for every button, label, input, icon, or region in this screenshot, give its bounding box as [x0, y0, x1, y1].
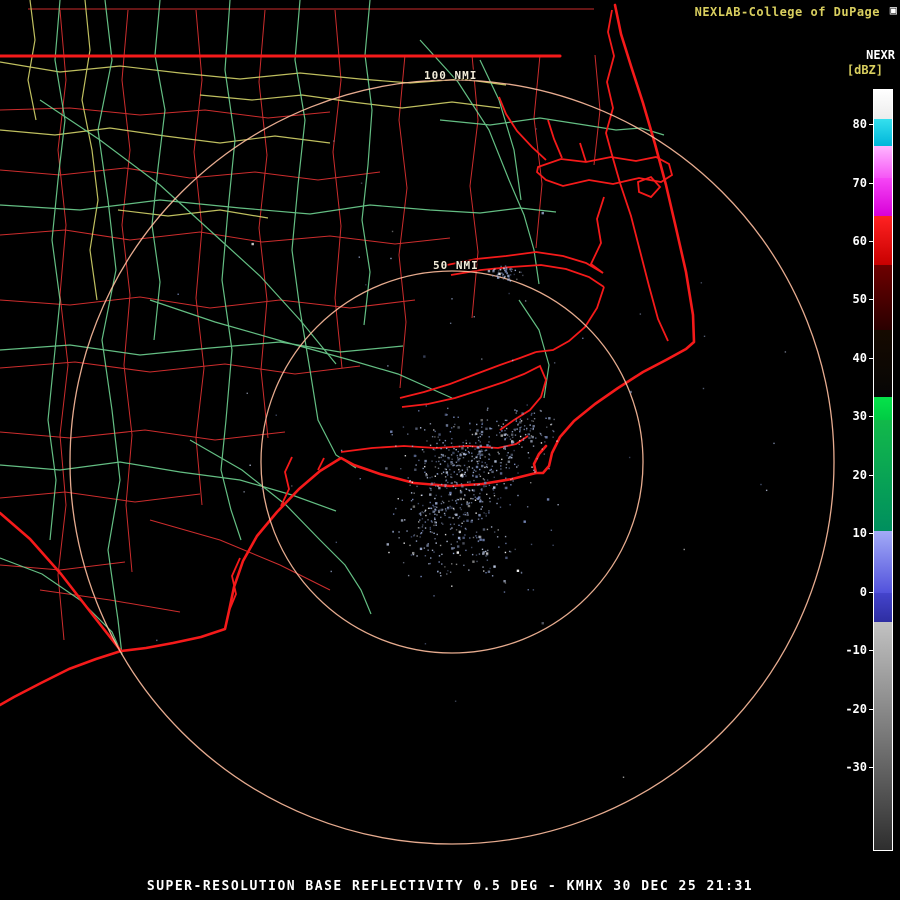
colorbar-tick-label: 30 [852, 409, 867, 424]
colorbar-tick-label: 0 [859, 584, 867, 599]
colorbar-tick-mark [869, 533, 874, 535]
colorbar-segment [874, 396, 892, 421]
colorbar-segment [874, 145, 892, 178]
colorbar-tick-label: 70 [852, 175, 867, 190]
colorbar-tick-mark [869, 357, 874, 359]
colorbar-tick-label: -10 [845, 643, 867, 658]
colorbar-segment [874, 90, 892, 120]
radar-map-svg [0, 0, 835, 845]
cod-logo-icon: ▣ [889, 3, 897, 17]
reflectivity-colorbar [873, 89, 893, 851]
colorbar-units-label: [dBZ] [846, 63, 883, 77]
colorbar-tick-mark [869, 124, 874, 126]
colorbar-tick-label: -20 [845, 701, 867, 716]
sound-river-shorelines-layer [228, 9, 674, 612]
colorbar-tick-mark [869, 299, 874, 301]
product-caption: SUPER-RESOLUTION BASE REFLECTIVITY 0.5 D… [146, 879, 754, 894]
colorbar-tick-mark [869, 241, 874, 242]
colorbar-segment [874, 420, 892, 532]
colorbar-tick-label: 80 [852, 117, 867, 132]
colorbar-tick-label: 50 [852, 292, 867, 307]
yellow-roads-layer [0, 0, 507, 301]
colorbar-segment [874, 329, 892, 397]
colorbar-tick-label: 40 [852, 350, 867, 365]
colorbar-tick-label: 20 [852, 467, 867, 482]
county-boundaries-layer [0, 8, 601, 641]
colorbar-segment [874, 265, 892, 330]
colorbar-segment [874, 592, 892, 622]
radar-display: NEXLAB-College of DuPage ▣ NEXR [dBZ] 80… [0, 0, 900, 900]
colorbar-tick-label: -30 [845, 760, 867, 775]
colorbar-tick-mark [869, 416, 874, 418]
ring-label-100nmi: 100 NMI [424, 69, 478, 82]
colorbar-segment [874, 119, 892, 146]
colorbar-tick-mark [869, 182, 874, 184]
colorbar-segment [874, 215, 892, 266]
colorbar-tick-mark [869, 650, 874, 652]
colorbar-segment [874, 177, 892, 216]
green-roads-layer [0, 0, 665, 656]
page-title: NEXLAB-College of DuPage [694, 5, 880, 19]
colorbar-tick-mark [869, 708, 874, 710]
colorbar-segment [874, 622, 892, 850]
ring-label-50nmi: 50 NMI [433, 259, 479, 272]
colorbar-tick-mark [869, 591, 874, 593]
colorbar-segment [874, 531, 892, 593]
colorbar-product-label: NEXR [866, 48, 895, 62]
colorbar-tick-label: 10 [852, 526, 867, 541]
colorbar-tick-mark [869, 474, 874, 476]
radar-echoes-layer [156, 128, 787, 778]
colorbar-tick-label: 60 [852, 234, 867, 248]
colorbar-tick-mark [869, 767, 874, 769]
